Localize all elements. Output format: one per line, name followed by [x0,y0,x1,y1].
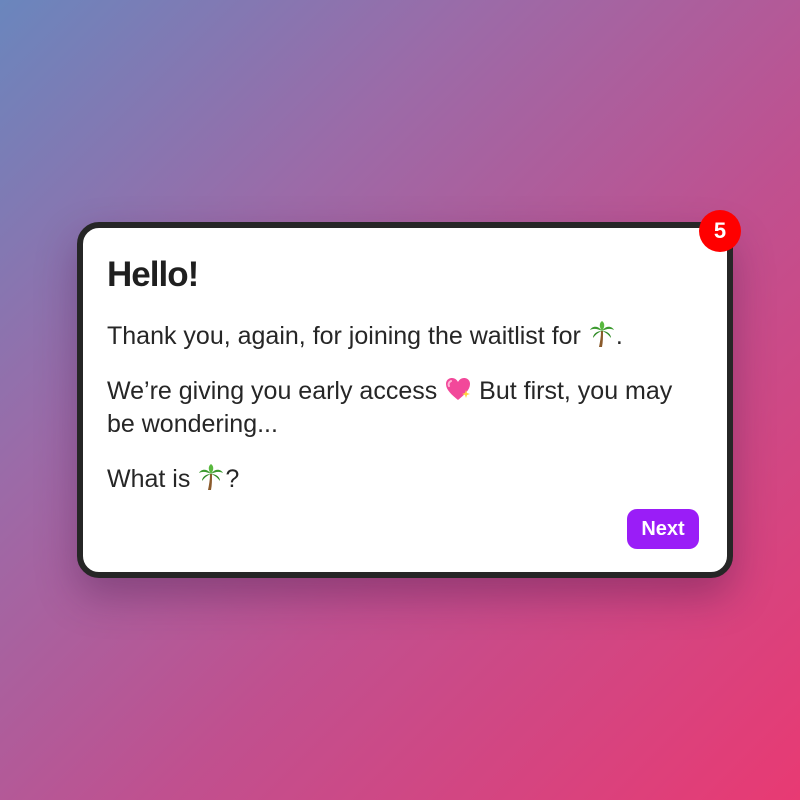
card-title: Hello! [107,255,199,294]
waitlist-message: Thank you, again, for joining the waitli… [107,320,697,353]
onboarding-card: Hello! Thank you, again, for joining the… [77,222,733,578]
sparkling-heart-icon [444,375,472,403]
early-access-text: We’re giving you early access [107,377,438,405]
question-text: What is [107,465,191,493]
question-mark: ? [225,465,240,493]
waitlist-message-text: Thank you, again, for joining the waitli… [107,322,581,350]
notification-count-badge: 5 [699,210,741,252]
palm-tree-icon [588,320,616,348]
question-message: What is ? [107,463,697,496]
early-access-message: We’re giving you early access But first,… [107,375,697,441]
palm-tree-icon [197,463,225,491]
waitlist-message-end: . [615,322,623,350]
next-button[interactable]: Next [627,509,699,549]
